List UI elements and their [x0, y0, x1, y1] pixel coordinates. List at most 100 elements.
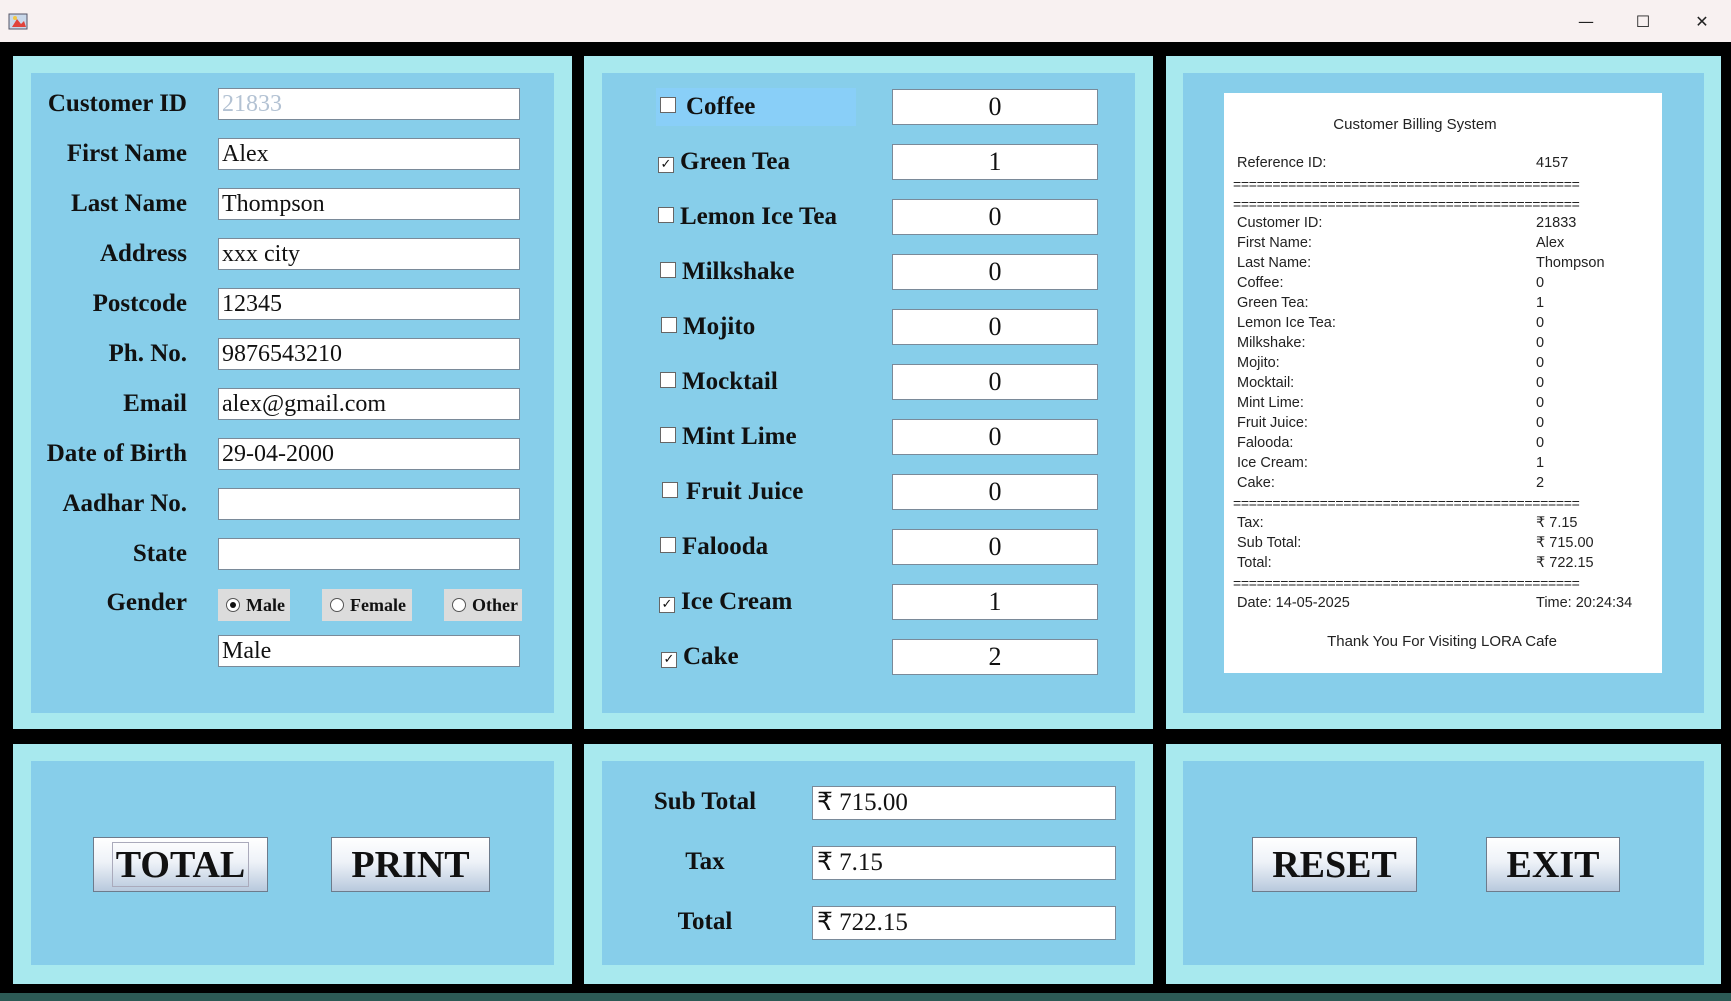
receipt-row-label: Falooda: [1237, 435, 1294, 451]
maximize-button[interactable]: ☐ [1615, 6, 1671, 38]
qty-lemon-ice-tea[interactable]: 0 [892, 199, 1098, 235]
receipt-area[interactable]: Customer Billing System Reference ID: 41… [1224, 93, 1662, 673]
aadhar-label: Aadhar No. [62, 490, 187, 517]
exit-button[interactable]: EXIT [1486, 837, 1620, 892]
menu-item-label: Mint Lime [682, 423, 797, 450]
receipt-subtotal-value: ₹ 715.00 [1536, 535, 1594, 551]
subtotal-label: Sub Total [653, 788, 757, 815]
receipt-row-value: 0 [1536, 375, 1545, 391]
customer-id-label: Customer ID [47, 90, 187, 117]
receipt-row-value: 0 [1536, 395, 1545, 411]
receipt-subtotal-label: Sub Total: [1237, 535, 1302, 551]
tax-field[interactable]: ₹ 7.15 [812, 846, 1116, 880]
phone-field[interactable]: 9876543210 [218, 338, 520, 370]
qty-ice-cream[interactable]: 1 [892, 584, 1098, 620]
gender-radio-female[interactable]: Female [322, 589, 412, 621]
checkbox-unchecked-icon[interactable] [661, 317, 677, 333]
menu-item-green-tea[interactable]: ✓ Green Tea [658, 143, 790, 181]
receipt-row-label: First Name: [1237, 235, 1312, 251]
qty-mint-lime[interactable]: 0 [892, 419, 1098, 455]
gender-radio-male[interactable]: Male [218, 589, 290, 621]
receipt-footer: Thank You For Visiting LORA Cafe [1327, 633, 1557, 650]
receipt-row-value: 0 [1536, 275, 1545, 291]
checkbox-unchecked-icon[interactable] [658, 207, 674, 223]
receipt-row-label: Mocktail: [1237, 375, 1295, 391]
checkbox-checked-icon[interactable]: ✓ [661, 652, 677, 668]
receipt-separator: ========================================… [1233, 575, 1580, 591]
aadhar-field[interactable] [218, 488, 520, 520]
subtotal-field[interactable]: ₹ 715.00 [812, 786, 1116, 820]
print-button-label: PRINT [351, 844, 470, 886]
email-field[interactable]: alex@gmail.com [218, 388, 520, 420]
first-name-field[interactable]: Alex [218, 138, 520, 170]
gender-radio-other[interactable]: Other [444, 589, 522, 621]
receipt-time: Time: 20:24:34 [1536, 595, 1633, 611]
postcode-label: Postcode [92, 290, 187, 317]
qty-mocktail[interactable]: 0 [892, 364, 1098, 400]
menu-item-mint-lime[interactable]: Mint Lime [660, 418, 797, 456]
qty-fruit-juice[interactable]: 0 [892, 474, 1098, 510]
radio-unselected-icon [330, 598, 344, 612]
menu-item-milkshake[interactable]: Milkshake [660, 253, 795, 291]
gender-male-label: Male [246, 595, 285, 615]
postcode-field[interactable]: 12345 [218, 288, 520, 320]
menu-item-falooda[interactable]: Falooda [660, 528, 768, 566]
receipt-row-value: Thompson [1536, 255, 1605, 271]
receipt-row-value: 21833 [1536, 215, 1577, 231]
qty-green-tea[interactable]: 1 [892, 144, 1098, 180]
menu-item-label: Ice Cream [681, 588, 793, 615]
receipt-row-value: 0 [1536, 335, 1545, 351]
menu-item-cake[interactable]: ✓ Cake [661, 638, 739, 676]
checkbox-unchecked-icon[interactable] [660, 372, 676, 388]
address-field[interactable]: xxx city [218, 238, 520, 270]
receipt-date: Date: 14-05-2025 [1237, 595, 1350, 611]
checkbox-unchecked-icon[interactable] [660, 427, 676, 443]
checkbox-unchecked-icon[interactable] [660, 97, 676, 113]
menu-item-label: Milkshake [682, 258, 795, 285]
state-field[interactable] [218, 538, 520, 570]
exit-button-label: EXIT [1506, 844, 1600, 886]
receipt-row-label: Mint Lime: [1237, 395, 1304, 411]
window-titlebar: — ☐ ✕ [0, 0, 1731, 42]
menu-item-coffee[interactable]: Coffee [656, 88, 856, 126]
checkbox-unchecked-icon[interactable] [660, 262, 676, 278]
reset-button[interactable]: RESET [1252, 837, 1417, 892]
menu-item-label: Coffee [686, 93, 756, 120]
menu-item-mocktail[interactable]: Mocktail [660, 363, 778, 401]
qty-cake[interactable]: 2 [892, 639, 1098, 675]
dob-field[interactable]: 29-04-2000 [218, 438, 520, 470]
menu-item-mojito[interactable]: Mojito [661, 308, 755, 346]
receipt-tax-value: ₹ 7.15 [1536, 515, 1578, 531]
total-button[interactable]: TOTAL [93, 837, 268, 892]
receipt-row-label: Customer ID: [1237, 215, 1323, 231]
last-name-field[interactable]: Thompson [218, 188, 520, 220]
receipt-total-label: Total: [1237, 555, 1272, 571]
qty-mojito[interactable]: 0 [892, 309, 1098, 345]
receipt-row-label: Green Tea: [1237, 295, 1309, 311]
checkbox-unchecked-icon[interactable] [660, 537, 676, 553]
menu-item-label: Fruit Juice [686, 478, 804, 505]
dob-label: Date of Birth [46, 440, 187, 467]
qty-milkshake[interactable]: 0 [892, 254, 1098, 290]
close-button[interactable]: ✕ [1674, 6, 1730, 38]
print-button[interactable]: PRINT [331, 837, 490, 892]
total-field[interactable]: ₹ 722.15 [812, 906, 1116, 940]
checkbox-unchecked-icon[interactable] [662, 482, 678, 498]
receipt-row-value: 0 [1536, 315, 1545, 331]
checkbox-checked-icon[interactable]: ✓ [659, 597, 675, 613]
receipt-reference-value: 4157 [1536, 155, 1569, 171]
qty-falooda[interactable]: 0 [892, 529, 1098, 565]
qty-coffee[interactable]: 0 [892, 89, 1098, 125]
receipt-separator: ========================================… [1233, 495, 1580, 511]
receipt-row-label: Cake: [1237, 475, 1275, 491]
customer-id-field[interactable]: 21833 [218, 88, 520, 120]
receipt-row-label: Ice Cream: [1237, 455, 1308, 471]
checkbox-checked-icon[interactable]: ✓ [658, 157, 674, 173]
menu-item-fruit-juice[interactable]: Fruit Juice [662, 473, 803, 511]
gender-value-field[interactable]: Male [218, 635, 520, 667]
menu-item-ice-cream[interactable]: ✓ Ice Cream [659, 583, 792, 621]
menu-item-label: Mocktail [682, 368, 778, 395]
radio-selected-icon [226, 598, 240, 612]
menu-item-lemon-ice-tea[interactable]: Lemon Ice Tea [658, 198, 837, 236]
minimize-button[interactable]: — [1558, 6, 1614, 38]
